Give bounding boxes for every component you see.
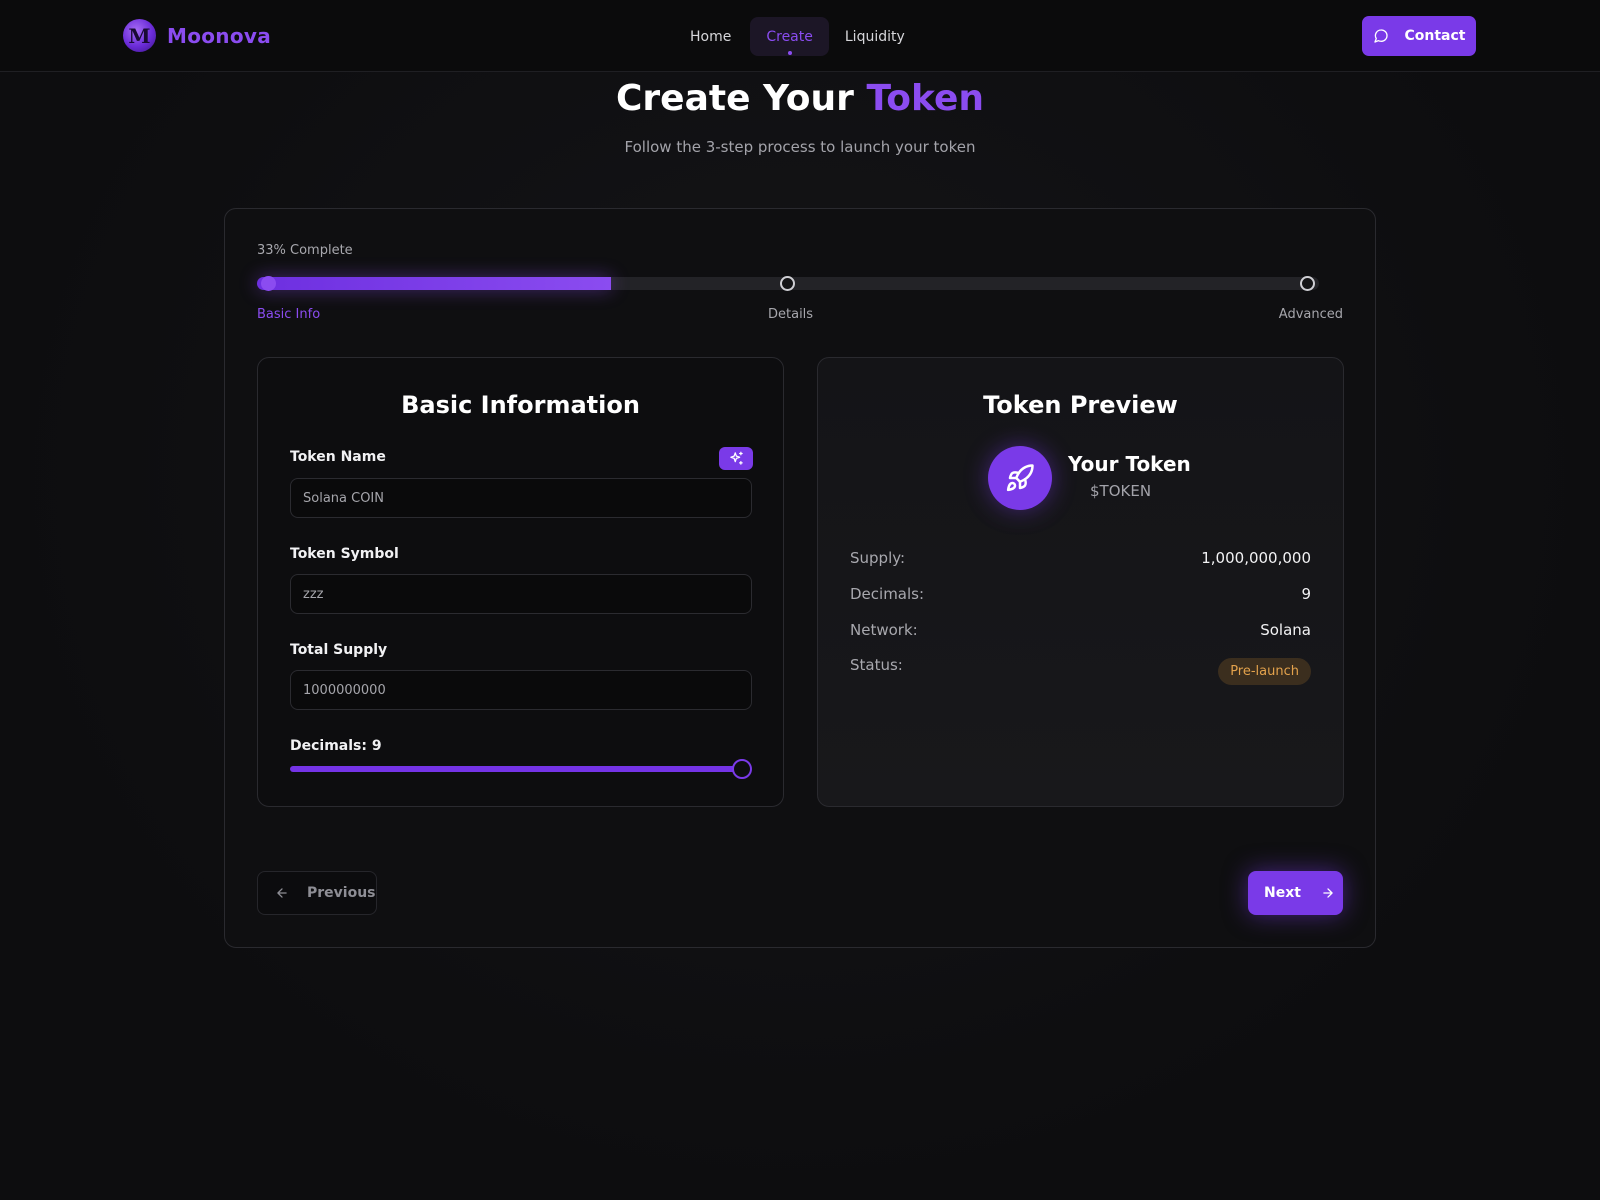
rocket-icon bbox=[1006, 464, 1034, 492]
sparkles-icon bbox=[729, 451, 743, 465]
contact-label: Contact bbox=[1404, 28, 1466, 44]
generate-name-button[interactable] bbox=[719, 447, 753, 470]
arrow-left-icon bbox=[277, 888, 287, 898]
status-key: Status: bbox=[850, 656, 903, 674]
contact-button[interactable]: Contact bbox=[1362, 16, 1476, 56]
basic-info-title: Basic Information bbox=[401, 391, 640, 419]
step-label-basic-info[interactable]: Basic Info bbox=[257, 307, 320, 322]
preview-token-symbol: $TOKEN bbox=[1090, 482, 1152, 500]
network-key: Network: bbox=[850, 621, 918, 639]
token-name-label: Token Name bbox=[290, 449, 386, 465]
token-preview-title: Token Preview bbox=[983, 391, 1178, 419]
step-dot-details[interactable] bbox=[780, 276, 795, 291]
step-dot-basic-info[interactable] bbox=[261, 276, 276, 291]
token-wizard-card: 33% Complete Basic Info Details Advanced… bbox=[224, 208, 1376, 948]
total-supply-input[interactable] bbox=[290, 670, 752, 710]
network-value: Solana bbox=[1260, 621, 1311, 639]
token-symbol-input[interactable] bbox=[290, 574, 752, 614]
nav-links: Home Create Liquidity bbox=[690, 17, 921, 56]
previous-button[interactable]: Previous bbox=[257, 871, 377, 915]
progress-fill bbox=[257, 277, 611, 290]
progress-label: 33% Complete bbox=[257, 243, 353, 258]
step-label-details[interactable]: Details bbox=[768, 307, 813, 322]
step-label-advanced[interactable]: Advanced bbox=[1279, 307, 1343, 322]
decimals-key: Decimals: bbox=[850, 585, 925, 603]
token-name-input[interactable] bbox=[290, 478, 752, 518]
message-circle-icon bbox=[1373, 29, 1388, 43]
previous-label: Previous bbox=[307, 885, 376, 901]
token-symbol-label: Token Symbol bbox=[290, 546, 399, 562]
decimals-label: Decimals: 9 bbox=[290, 738, 382, 754]
supply-key: Supply: bbox=[850, 549, 906, 567]
token-avatar bbox=[988, 446, 1052, 510]
total-supply-label: Total Supply bbox=[290, 642, 388, 658]
nav-link-home[interactable]: Home bbox=[676, 17, 750, 56]
step-dot-advanced[interactable] bbox=[1300, 276, 1315, 291]
progress-track bbox=[257, 276, 1319, 291]
supply-value: 1,000,000,000 bbox=[1201, 549, 1311, 567]
status-badge: Pre-launch bbox=[1218, 658, 1311, 685]
nav-link-create[interactable]: Create bbox=[750, 17, 829, 56]
arrow-right-icon bbox=[1323, 888, 1333, 898]
page-title-accent: Token bbox=[866, 78, 984, 119]
brand-logo[interactable]: M Moonova bbox=[123, 19, 271, 52]
basic-info-panel: Basic Information Token Name Token Symbo… bbox=[257, 357, 784, 807]
moon-logo-icon: M bbox=[123, 19, 156, 52]
next-label: Next bbox=[1264, 885, 1301, 901]
page-subtitle: Follow the 3-step process to launch your… bbox=[624, 138, 976, 156]
decimals-value: 9 bbox=[1301, 585, 1311, 603]
nav-link-liquidity[interactable]: Liquidity bbox=[829, 17, 921, 56]
decimals-slider[interactable] bbox=[290, 759, 752, 779]
brand-name: Moonova bbox=[167, 23, 271, 48]
top-navbar: M Moonova Home Create Liquidity Contact bbox=[0, 0, 1600, 72]
decimals-slider-thumb[interactable] bbox=[732, 759, 752, 779]
page-title-prefix: Create Your bbox=[616, 78, 854, 119]
next-button[interactable]: Next bbox=[1248, 871, 1343, 915]
token-preview-panel: Token Preview Your Token $TOKEN Supply: … bbox=[817, 357, 1344, 807]
preview-token-name: Your Token bbox=[1068, 452, 1191, 476]
page-title: Create Your Token bbox=[0, 78, 1600, 119]
